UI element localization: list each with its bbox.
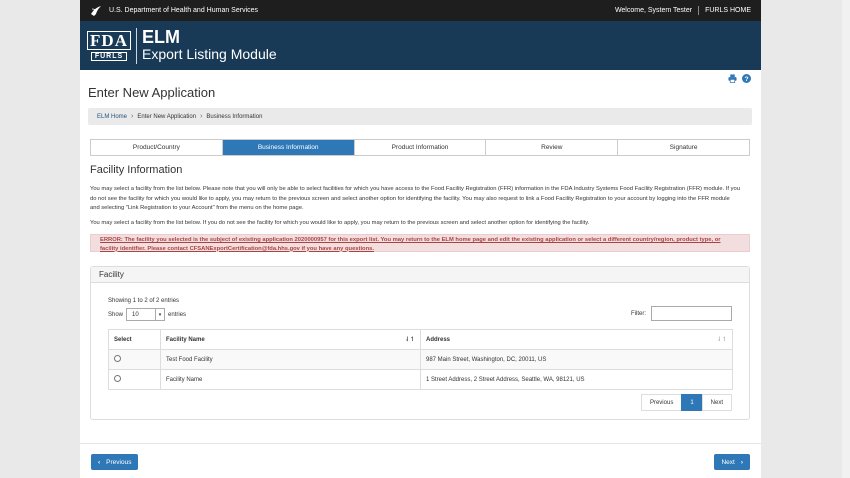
breadcrumb-current: Business Information <box>206 113 263 120</box>
sort-desc-icon: ⇃↿ <box>404 337 415 343</box>
column-facility-name[interactable]: Facility Name ⇃↿ <box>160 329 421 350</box>
address-cell: 987 Main Street, Washington, DC, 20011, … <box>420 349 733 370</box>
column-address[interactable]: Address ⇃↿ <box>420 329 733 350</box>
filter-input[interactable] <box>651 306 732 321</box>
pagination-previous[interactable]: Previous <box>640 394 683 411</box>
select-cell <box>108 349 161 370</box>
step-review[interactable]: Review <box>486 140 619 155</box>
show-label: Show <box>108 311 124 318</box>
facility-instructions: You may select a facility from the list … <box>90 186 740 211</box>
page-tools: ? <box>723 74 751 83</box>
section-title: Facility Information <box>90 164 183 176</box>
facility-name-cell: Facility Name <box>160 369 421 390</box>
chevron-right-icon: › <box>131 113 134 120</box>
print-icon[interactable] <box>728 74 737 83</box>
panel-title: Facility <box>91 267 749 283</box>
error-alert[interactable]: ERROR: The facility you selected is the … <box>90 234 750 252</box>
step-product-country[interactable]: Product/Country <box>91 140 223 155</box>
page-length-control: Show 10 ▾ entries <box>108 308 186 321</box>
wizard-steps: Product/Country Business Information Pro… <box>90 139 750 156</box>
next-button[interactable]: Next › <box>714 454 750 470</box>
window-scrollbar[interactable] <box>842 0 850 478</box>
brand-header: FDA FURLS ELM Export Listing Module <box>80 21 761 70</box>
pagination-page-1[interactable]: 1 <box>681 394 703 411</box>
step-signature[interactable]: Signature <box>618 140 749 155</box>
previous-button[interactable]: ‹ Previous <box>91 454 139 470</box>
page-title: Enter New Application <box>88 85 216 100</box>
hhs-eagle-icon <box>91 5 101 16</box>
facility-note: You may select a facility from the list … <box>90 220 590 226</box>
filter-label: Filter: <box>631 310 646 317</box>
furls-home-link[interactable]: FURLS HOME <box>705 7 751 14</box>
chevron-down-icon: ▾ <box>155 309 164 320</box>
column-select[interactable]: Select <box>108 329 161 350</box>
app-acronym: ELM <box>142 27 180 47</box>
select-cell <box>108 369 161 390</box>
facility-radio[interactable] <box>114 375 121 382</box>
facility-name-cell: Test Food Facility <box>160 349 421 370</box>
pagination-next[interactable]: Next <box>701 394 732 411</box>
app-name: Export Listing Module <box>142 46 277 62</box>
chevron-left-icon: ‹ <box>98 458 101 466</box>
sort-icon: ⇃↿ <box>716 337 727 343</box>
gov-bar: U.S. Department of Health and Human Serv… <box>80 0 761 21</box>
address-cell: 1 Street Address, 2 Street Address, Seat… <box>420 369 733 390</box>
breadcrumb-elm-home[interactable]: ELM Home <box>97 114 127 120</box>
welcome-text: Welcome, System Tester <box>614 7 693 14</box>
chevron-right-icon: › <box>200 113 203 120</box>
entries-label: entries <box>168 311 187 318</box>
step-product-information[interactable]: Product Information <box>355 140 487 155</box>
chevron-right-icon: › <box>740 458 743 466</box>
entries-info: Showing 1 to 2 of 2 entries <box>108 298 180 304</box>
breadcrumb-enter-new-application: Enter New Application <box>137 113 197 120</box>
facility-table: Select Facility Name ⇃↿ Address ⇃↿ Test Fo… <box>108 329 733 390</box>
brand-divider <box>136 27 137 64</box>
page: U.S. Department of Health and Human Serv… <box>80 0 761 478</box>
filter-control: Filter: <box>631 306 732 321</box>
breadcrumb: ELM Home › Enter New Application › Busin… <box>88 108 752 125</box>
fda-furls-logo[interactable]: FDA FURLS <box>87 29 131 62</box>
facility-panel: Facility Showing 1 to 2 of 2 entries Sho… <box>90 266 750 420</box>
table-header-row: Select Facility Name ⇃↿ Address ⇃↿ <box>108 329 733 350</box>
table-row: Test Food Facility 987 Main Street, Wash… <box>108 349 733 370</box>
help-icon[interactable]: ? <box>742 74 751 83</box>
page-length-select[interactable]: 10 ▾ <box>126 308 166 321</box>
svg-text:?: ? <box>744 76 748 83</box>
footer-divider <box>80 443 761 444</box>
step-business-information[interactable]: Business Information <box>222 140 355 155</box>
facility-radio[interactable] <box>114 355 121 362</box>
agency-name: U.S. Department of Health and Human Serv… <box>109 7 259 14</box>
divider <box>698 6 700 15</box>
table-row: Facility Name 1 Street Address, 2 Street… <box>108 369 733 390</box>
pagination: Previous 1 Next <box>640 394 732 411</box>
